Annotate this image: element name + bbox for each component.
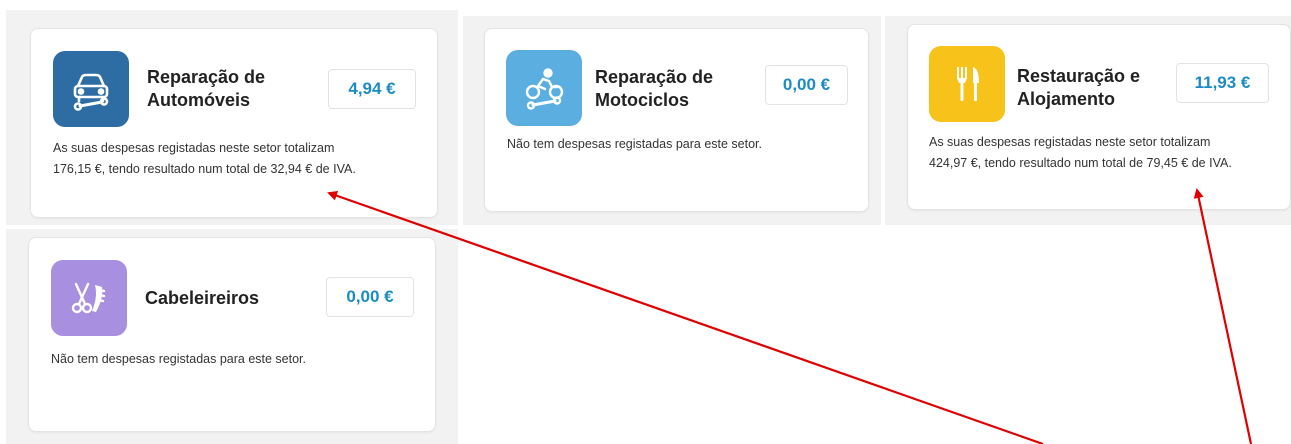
annotation-arrow xyxy=(1193,188,1253,444)
annotation-arrow xyxy=(327,190,1044,444)
annotation-arrows xyxy=(327,188,1253,444)
